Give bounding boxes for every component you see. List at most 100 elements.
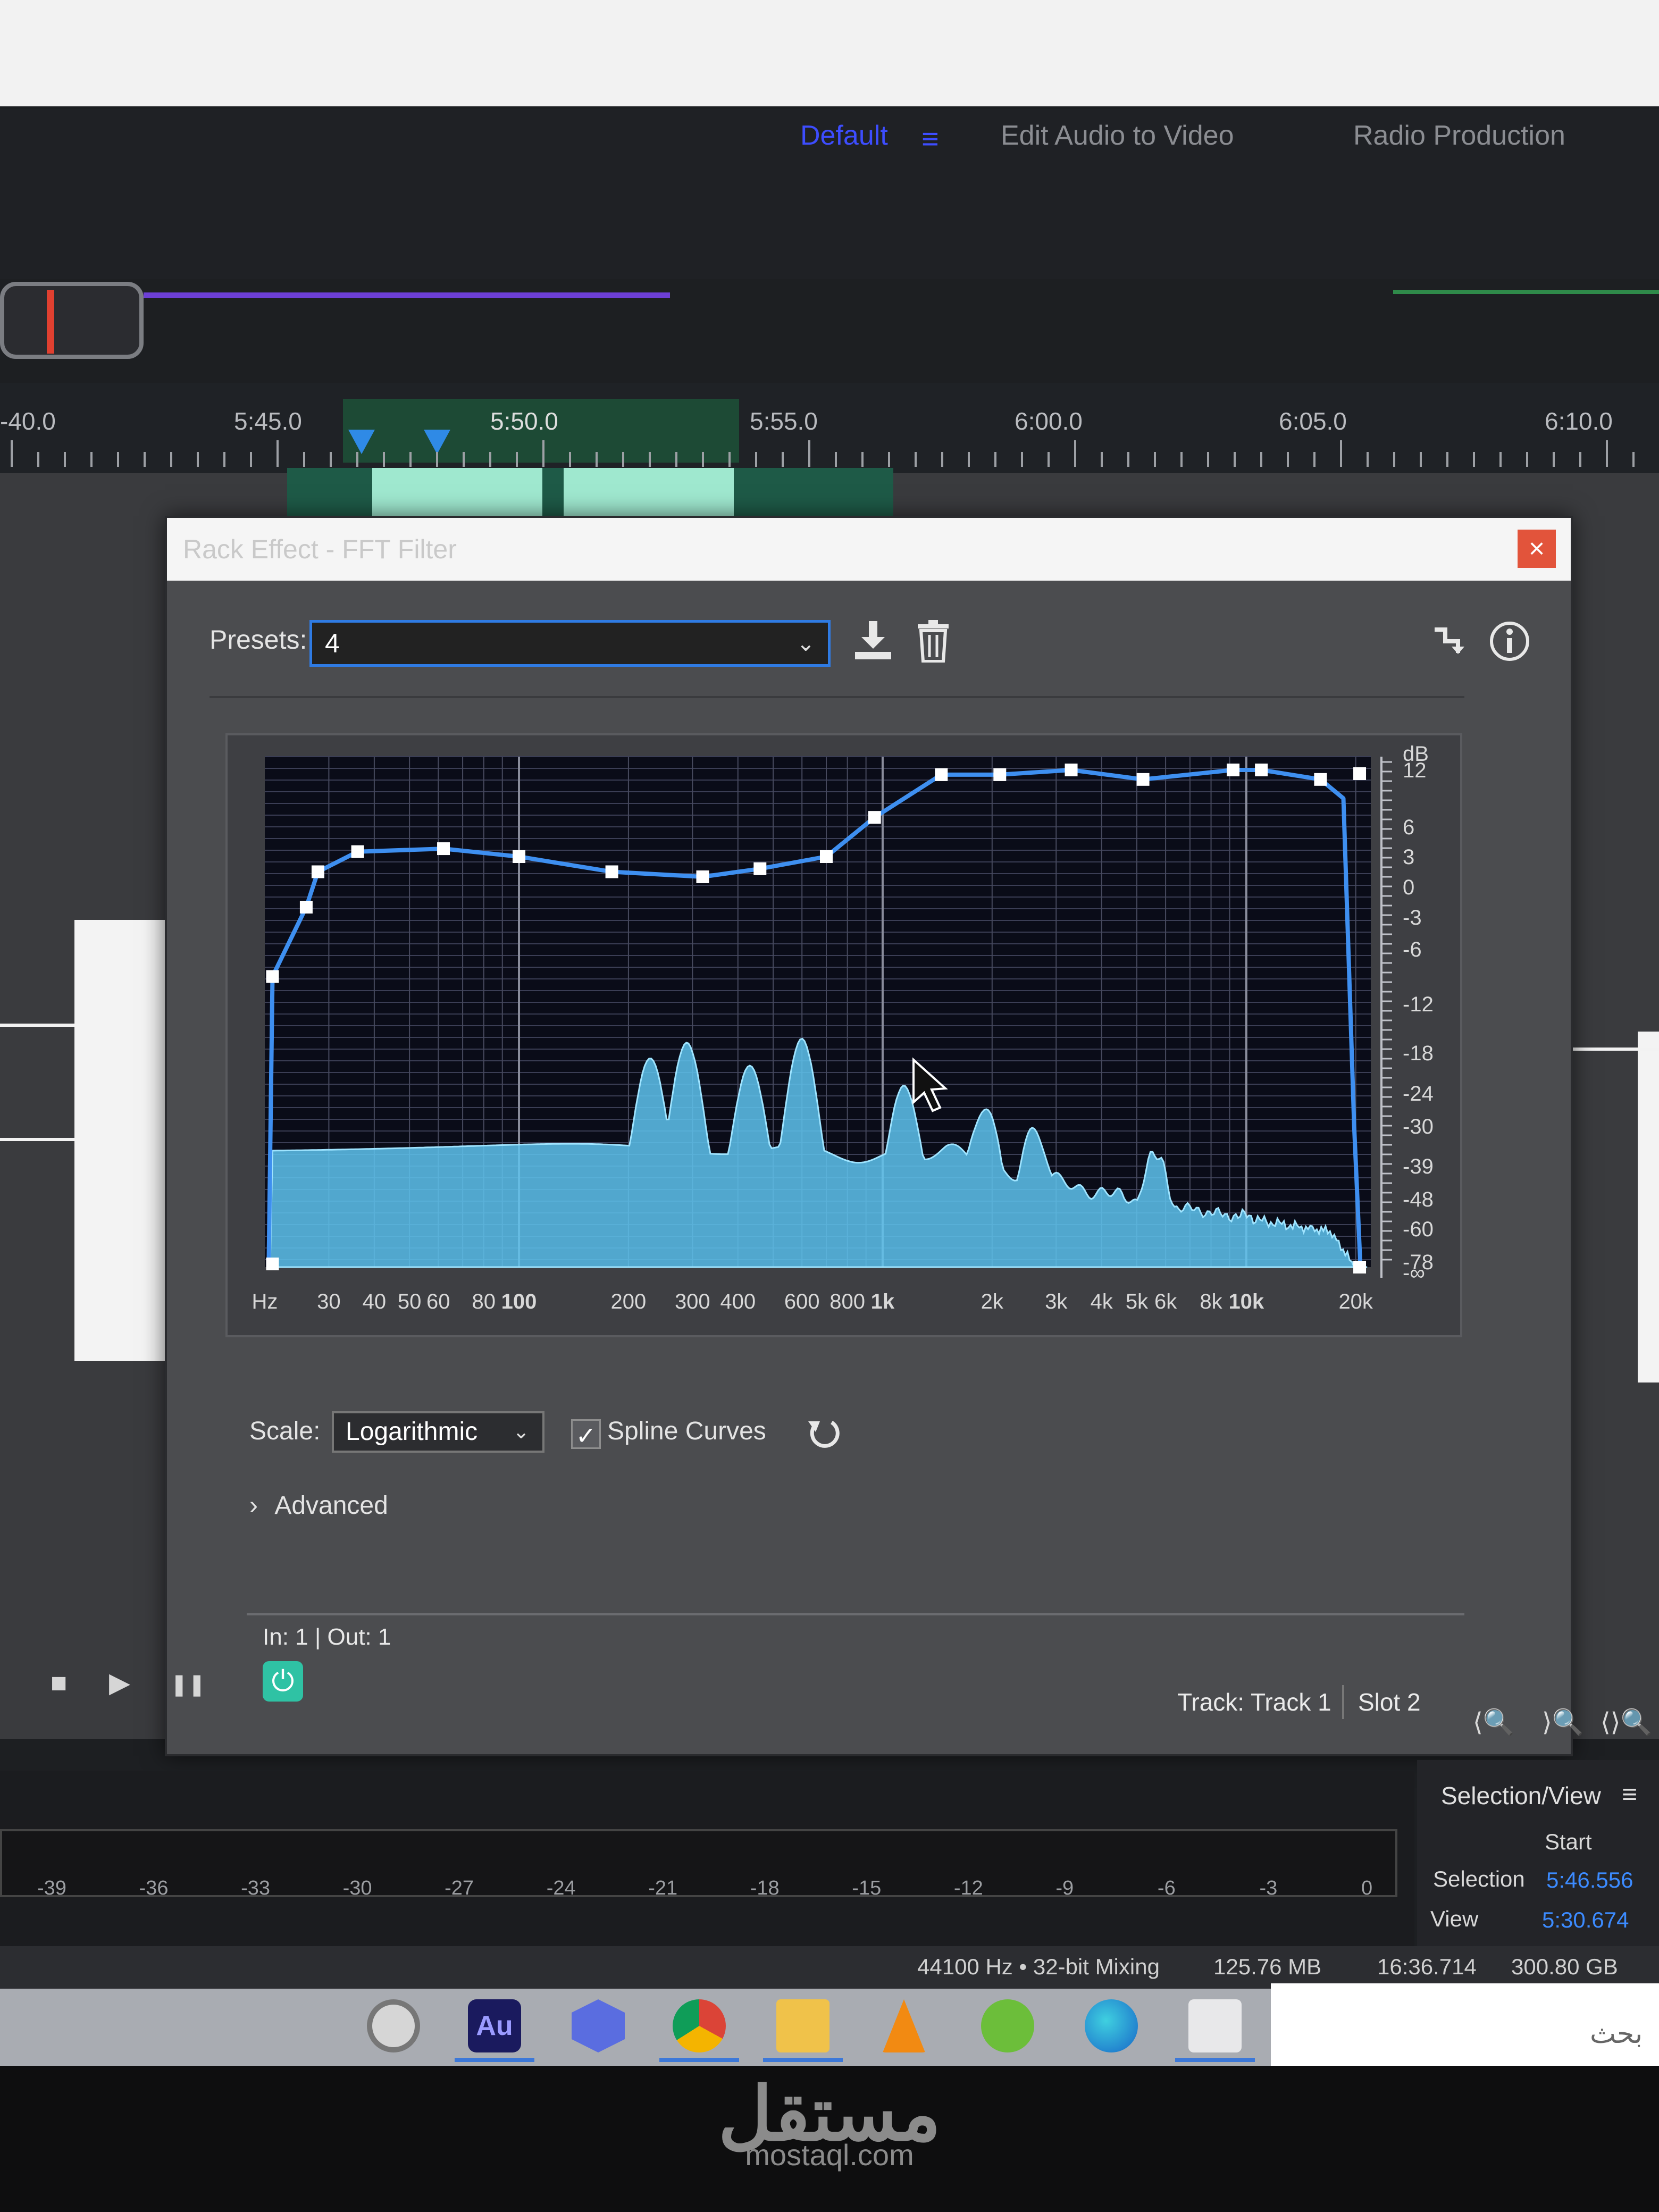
ruler-tick xyxy=(489,452,491,467)
trash-icon[interactable] xyxy=(917,620,950,671)
ruler-tick xyxy=(1553,452,1555,467)
track-label: Track: Track 1 xyxy=(1177,1688,1331,1716)
pause-icon[interactable]: ❚❚ xyxy=(170,1672,206,1697)
disc-app-icon[interactable] xyxy=(367,1999,420,2052)
info-icon[interactable] xyxy=(1488,620,1531,671)
ruler-tick xyxy=(223,452,225,467)
chevron-down-icon: ⌄ xyxy=(513,1421,530,1443)
save-preset-icon[interactable] xyxy=(853,619,893,670)
curve-control-point xyxy=(266,1258,279,1270)
waveform-right xyxy=(1638,1032,1659,1382)
scale-label: Scale: xyxy=(249,1417,321,1445)
close-icon[interactable]: × xyxy=(1518,530,1556,568)
meter-scale-label: -21 xyxy=(648,1877,678,1899)
view-label: View xyxy=(1430,1906,1479,1931)
scale-dropdown[interactable]: Logarithmic ⌄ xyxy=(332,1411,544,1453)
waveform-clip-highlight xyxy=(372,468,542,516)
freq-axis-label: 300 xyxy=(675,1290,710,1313)
freq-axis-label: Hz xyxy=(252,1290,278,1313)
audition-app-icon[interactable]: Au xyxy=(468,1999,521,2052)
window-app-active-indicator xyxy=(1175,2058,1255,2062)
zoom-selection-icon[interactable]: ⟨⟩🔍 xyxy=(1601,1707,1652,1737)
ruler-tick xyxy=(755,452,757,467)
meter-scale-label: -15 xyxy=(852,1877,882,1899)
curve-control-point xyxy=(935,768,948,781)
db-axis-label: -3 xyxy=(1403,906,1422,929)
ruler-tick xyxy=(250,452,252,467)
chrome-icon[interactable] xyxy=(673,1999,726,2052)
ruler-tick xyxy=(90,452,93,467)
ruler-tick xyxy=(1367,452,1369,467)
selection-start-field[interactable]: 5:46.556 xyxy=(1546,1867,1633,1893)
db-axis-label: -24 xyxy=(1403,1082,1434,1105)
ruler-label: -40.0 xyxy=(0,407,56,435)
zoom-out-point-icon[interactable]: ⟩🔍 xyxy=(1542,1707,1584,1737)
overview-zoom-handle[interactable] xyxy=(0,282,144,359)
ruler-tick xyxy=(1287,452,1289,467)
ruler-label: 6:05.0 xyxy=(1279,407,1347,435)
wall-background xyxy=(0,0,1659,114)
selection-view-title: Selection/View xyxy=(1441,1782,1601,1809)
ruler-tick xyxy=(782,452,784,467)
fft-graph-panel[interactable]: Hz 30 40 50 60 80 100 200 300 400 600 800 1k 2k 3k 4k 5k… xyxy=(225,733,1462,1337)
ruler-tick xyxy=(1499,452,1502,467)
ruler-label: 5:45.0 xyxy=(234,407,302,435)
window-app-icon[interactable] xyxy=(1188,1999,1242,2052)
db-axis-label: -18 xyxy=(1403,1042,1434,1065)
curve-control-point xyxy=(1353,1261,1367,1273)
ruler-tick xyxy=(569,452,571,467)
watermark-url: mostaql.com xyxy=(745,2138,914,2172)
panel-menu-icon[interactable]: ≡ xyxy=(1622,1779,1637,1809)
edge-icon[interactable] xyxy=(1085,1999,1138,2052)
curve-control-point xyxy=(1065,764,1078,776)
ruler-tick xyxy=(1234,452,1236,467)
workspace-menu-icon[interactable]: ≡ xyxy=(921,121,939,156)
meter-scale-label: -9 xyxy=(1055,1877,1074,1899)
stop-icon[interactable]: ■ xyxy=(51,1667,67,1699)
status-file-size: 125.76 MB xyxy=(1213,1954,1322,1979)
ruler-tick xyxy=(303,452,305,467)
ruler-tick xyxy=(649,452,651,467)
workspace-tab-default[interactable]: Default xyxy=(800,120,888,152)
view-start-field[interactable]: 5:30.674 xyxy=(1542,1907,1629,1933)
workspace-tab-radio-production[interactable]: Radio Production xyxy=(1353,120,1565,152)
workspace-tab-edit-audio-to-video[interactable]: Edit Audio to Video xyxy=(1001,120,1234,152)
ruler-tick xyxy=(808,440,810,467)
taskbar-search-placeholder: بحث xyxy=(1590,2018,1643,2049)
db-axis-label: -60 xyxy=(1403,1218,1434,1241)
utorrent-icon[interactable] xyxy=(981,1999,1034,2052)
freq-axis-label: 10k xyxy=(1228,1290,1264,1313)
ruler-tick xyxy=(1420,452,1422,467)
meter-scale-label: -12 xyxy=(953,1877,983,1899)
ruler-tick xyxy=(356,452,358,467)
curve-control-point xyxy=(819,850,833,863)
ruler-tick xyxy=(1260,452,1262,467)
meter-scale-label: 0 xyxy=(1361,1877,1373,1899)
file-explorer-icon[interactable] xyxy=(776,1999,830,2052)
ruler-tick xyxy=(835,452,837,467)
fft-graph[interactable]: Hz 30 40 50 60 80 100 200 300 400 600 800 1k 2k 3k 4k 5k… xyxy=(228,735,1460,1335)
db-axis-label: -39 xyxy=(1403,1155,1434,1178)
slot-label: Slot 2 xyxy=(1358,1688,1421,1716)
play-icon[interactable]: ▶ xyxy=(109,1667,130,1699)
reset-icon[interactable] xyxy=(805,1414,842,1459)
ruler-tick xyxy=(1606,440,1608,467)
ruler-tick xyxy=(330,452,332,467)
presets-dropdown[interactable]: 4 ⌄ xyxy=(309,620,831,667)
freq-axis-label: 6k xyxy=(1154,1290,1177,1313)
status-sample-rate: 44100 Hz • 32-bit Mixing xyxy=(917,1954,1160,1979)
db-axis-label: 3 xyxy=(1403,845,1414,869)
routing-icon[interactable] xyxy=(1432,624,1467,667)
ruler-tick xyxy=(197,452,199,467)
freq-axis-label: 3k xyxy=(1045,1290,1068,1313)
power-icon[interactable]: ⏻ xyxy=(263,1661,303,1702)
curve-control-point xyxy=(1136,773,1150,786)
meter-scale-label: -39 xyxy=(37,1877,66,1899)
zoom-in-point-icon[interactable]: ⟨🔍 xyxy=(1473,1707,1515,1737)
ruler-tick xyxy=(968,452,970,467)
advanced-toggle[interactable]: › Advanced xyxy=(249,1491,388,1520)
curve-control-point xyxy=(696,870,709,883)
spline-curves-checkbox[interactable]: ✓ xyxy=(571,1419,601,1449)
ruler-tick xyxy=(915,452,917,467)
scale-value: Logarithmic xyxy=(346,1418,478,1446)
